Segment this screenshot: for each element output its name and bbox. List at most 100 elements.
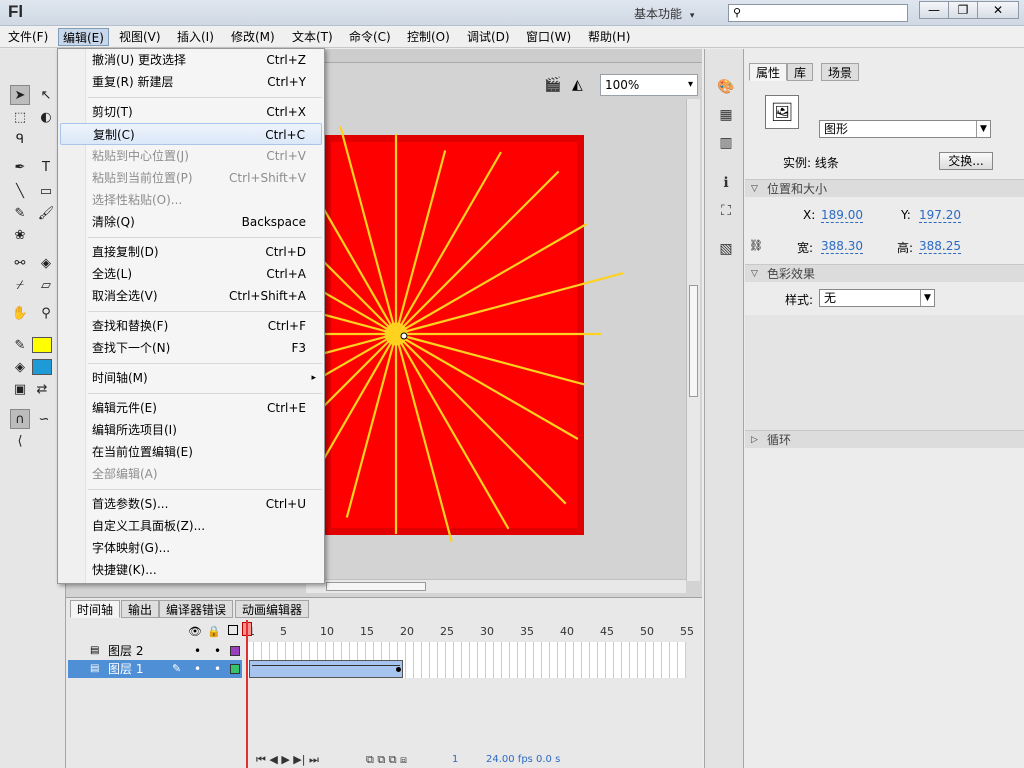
search-input[interactable]: [749, 5, 899, 21]
menu-item-customize-tools[interactable]: 自定义工具面板(Z)...: [60, 515, 322, 537]
menu-item-clear[interactable]: 清除(Q) Backspace: [60, 211, 322, 233]
menu-item-font-mapping[interactable]: 字体映射(G)...: [60, 537, 322, 559]
menu-item-undo[interactable]: 撤消(U) 更改选择 Ctrl+Z: [60, 49, 322, 71]
bone-tool-icon[interactable]: ⚯: [10, 253, 30, 273]
layer-color-swatch[interactable]: [230, 664, 240, 674]
free-transform-icon[interactable]: ⬚: [10, 107, 30, 127]
menu-item-timeline[interactable]: 时间轴(M) ▸: [60, 367, 322, 389]
frame-number[interactable]: 30: [480, 625, 494, 638]
frame-number[interactable]: 55: [680, 625, 694, 638]
layer-name[interactable]: 图层 2: [108, 642, 143, 660]
scroll-thumb[interactable]: [689, 285, 698, 397]
text-tool-icon[interactable]: T: [36, 157, 56, 177]
transform-panel-icon[interactable]: ⛶: [715, 201, 737, 221]
eraser-icon[interactable]: ▱: [36, 275, 56, 295]
frame-ruler[interactable]: 1510152025303540455055: [246, 598, 694, 638]
color-panel-icon[interactable]: 🎨: [715, 77, 737, 97]
menu-debug[interactable]: 调试(D): [463, 28, 514, 46]
tab-output[interactable]: 输出: [121, 600, 160, 618]
eye-icon[interactable]: 👁: [188, 625, 202, 638]
close-button[interactable]: ✕: [977, 1, 1019, 19]
frame-number[interactable]: 45: [600, 625, 614, 638]
menu-item-paste-special[interactable]: 选择性粘贴(O)...: [60, 189, 322, 211]
deco-tool-icon[interactable]: ❀: [10, 225, 30, 245]
lock-icon[interactable]: 🔒: [207, 625, 221, 638]
section-position-size[interactable]: ▽ 位置和大小: [745, 179, 1024, 197]
lock-dot[interactable]: •: [214, 642, 221, 660]
menu-item-paste-center[interactable]: 粘贴到中心位置(J) Ctrl+V: [60, 145, 322, 167]
x-value[interactable]: 189.00: [821, 208, 863, 223]
frame-number[interactable]: 40: [560, 625, 574, 638]
link-constraint-icon[interactable]: ⛓: [749, 239, 763, 252]
snap-magnet-icon[interactable]: ∩: [10, 409, 30, 429]
sunburst-graphic[interactable]: [183, 126, 624, 542]
tween-span[interactable]: [249, 660, 403, 678]
menu-item-paste-in-place[interactable]: 粘贴到当前位置(P) Ctrl+Shift+V: [60, 167, 322, 189]
playback-controls-icon[interactable]: ⏮ ◀ ▶ ▶| ⏭: [256, 753, 319, 767]
stroke-color-swatch[interactable]: [32, 337, 52, 353]
restore-button[interactable]: ❐: [948, 1, 978, 19]
horizontal-scrollbar[interactable]: [306, 579, 686, 593]
menu-help[interactable]: 帮助(H): [584, 28, 634, 46]
visibility-dot[interactable]: •: [194, 642, 201, 660]
line-tool-icon[interactable]: ╲: [10, 181, 30, 201]
menu-window[interactable]: 窗口(W): [522, 28, 575, 46]
edit-symbol-icon[interactable]: ◭: [572, 77, 583, 93]
swatches-panel-icon[interactable]: ▦: [715, 105, 737, 125]
symbol-type-select[interactable]: 图形 ▼: [819, 120, 991, 138]
visibility-dot[interactable]: •: [194, 660, 201, 678]
height-value[interactable]: 388.25: [919, 239, 961, 254]
edit-scene-icon[interactable]: 🎬: [544, 77, 561, 93]
workspace-switcher[interactable]: 基本功能 ▾: [634, 5, 694, 22]
scroll-thumb[interactable]: [326, 582, 426, 591]
frame-number[interactable]: 25: [440, 625, 454, 638]
width-value[interactable]: 388.30: [821, 239, 863, 254]
menu-insert[interactable]: 插入(I): [173, 28, 218, 46]
section-color-effect[interactable]: ▽ 色彩效果: [745, 264, 1024, 282]
components-panel-icon[interactable]: ▧: [715, 239, 737, 259]
align-panel-icon[interactable]: ▥: [715, 133, 737, 153]
frame-number[interactable]: 35: [520, 625, 534, 638]
tab-properties[interactable]: 属性: [749, 63, 788, 81]
tab-timeline[interactable]: 时间轴: [70, 600, 121, 618]
menu-modify[interactable]: 修改(M): [227, 28, 279, 46]
keyframe[interactable]: [396, 667, 401, 672]
menu-item-duplicate[interactable]: 直接复制(D) Ctrl+D: [60, 241, 322, 263]
swap-button[interactable]: 交换...: [939, 152, 993, 170]
menu-item-select-all[interactable]: 全选(L) Ctrl+A: [60, 263, 322, 285]
section-loop[interactable]: ▷ 循环: [745, 430, 1024, 448]
pen-tool-icon[interactable]: ✒: [10, 157, 30, 177]
info-panel-icon[interactable]: ℹ: [715, 173, 737, 193]
menu-item-deselect-all[interactable]: 取消全选(V) Ctrl+Shift+A: [60, 285, 322, 307]
menu-item-redo[interactable]: 重复(R) 新建层 Ctrl+Y: [60, 71, 322, 93]
menu-control[interactable]: 控制(O): [403, 28, 454, 46]
swap-colors-icon[interactable]: ⇄: [32, 379, 52, 399]
menu-item-copy[interactable]: 复制(C) Ctrl+C: [60, 123, 322, 145]
tab-scene[interactable]: 场景: [821, 63, 860, 81]
frame-number[interactable]: 5: [280, 625, 287, 638]
frame-number[interactable]: 50: [640, 625, 654, 638]
outline-icon[interactable]: [228, 625, 238, 635]
black-white-icon[interactable]: ▣: [10, 379, 30, 399]
transform-point[interactable]: [400, 332, 408, 340]
layer-row[interactable]: ▤ 图层 1 ✎ • •: [68, 660, 242, 678]
y-value[interactable]: 197.20: [919, 208, 961, 223]
menu-item-edit-all[interactable]: 全部编辑(A): [60, 463, 322, 485]
layer-color-swatch[interactable]: [230, 646, 240, 656]
rectangle-tool-icon[interactable]: ▭: [36, 181, 56, 201]
menu-text[interactable]: 文本(T): [288, 28, 337, 46]
color-style-select[interactable]: 无 ▼: [819, 289, 935, 307]
stage-canvas[interactable]: [183, 126, 624, 542]
zoom-tool-icon[interactable]: ⚲: [36, 303, 56, 323]
hand-tool-icon[interactable]: ✋: [10, 303, 30, 323]
menu-view[interactable]: 视图(V): [115, 28, 165, 46]
zoom-select[interactable]: 100% ▾: [600, 74, 698, 96]
frame-number[interactable]: 15: [360, 625, 374, 638]
lasso-icon[interactable]: ᑫ: [10, 129, 30, 149]
menu-file[interactable]: 文件(F): [4, 28, 52, 46]
layer-row[interactable]: ▤ 图层 2 • •: [68, 642, 242, 660]
menu-item-find-replace[interactable]: 查找和替换(F) Ctrl+F: [60, 315, 322, 337]
minimize-button[interactable]: —: [919, 1, 949, 19]
menu-item-edit-selected[interactable]: 编辑所选项目(I): [60, 419, 322, 441]
menu-item-preferences[interactable]: 首选参数(S)... Ctrl+U: [60, 493, 322, 515]
